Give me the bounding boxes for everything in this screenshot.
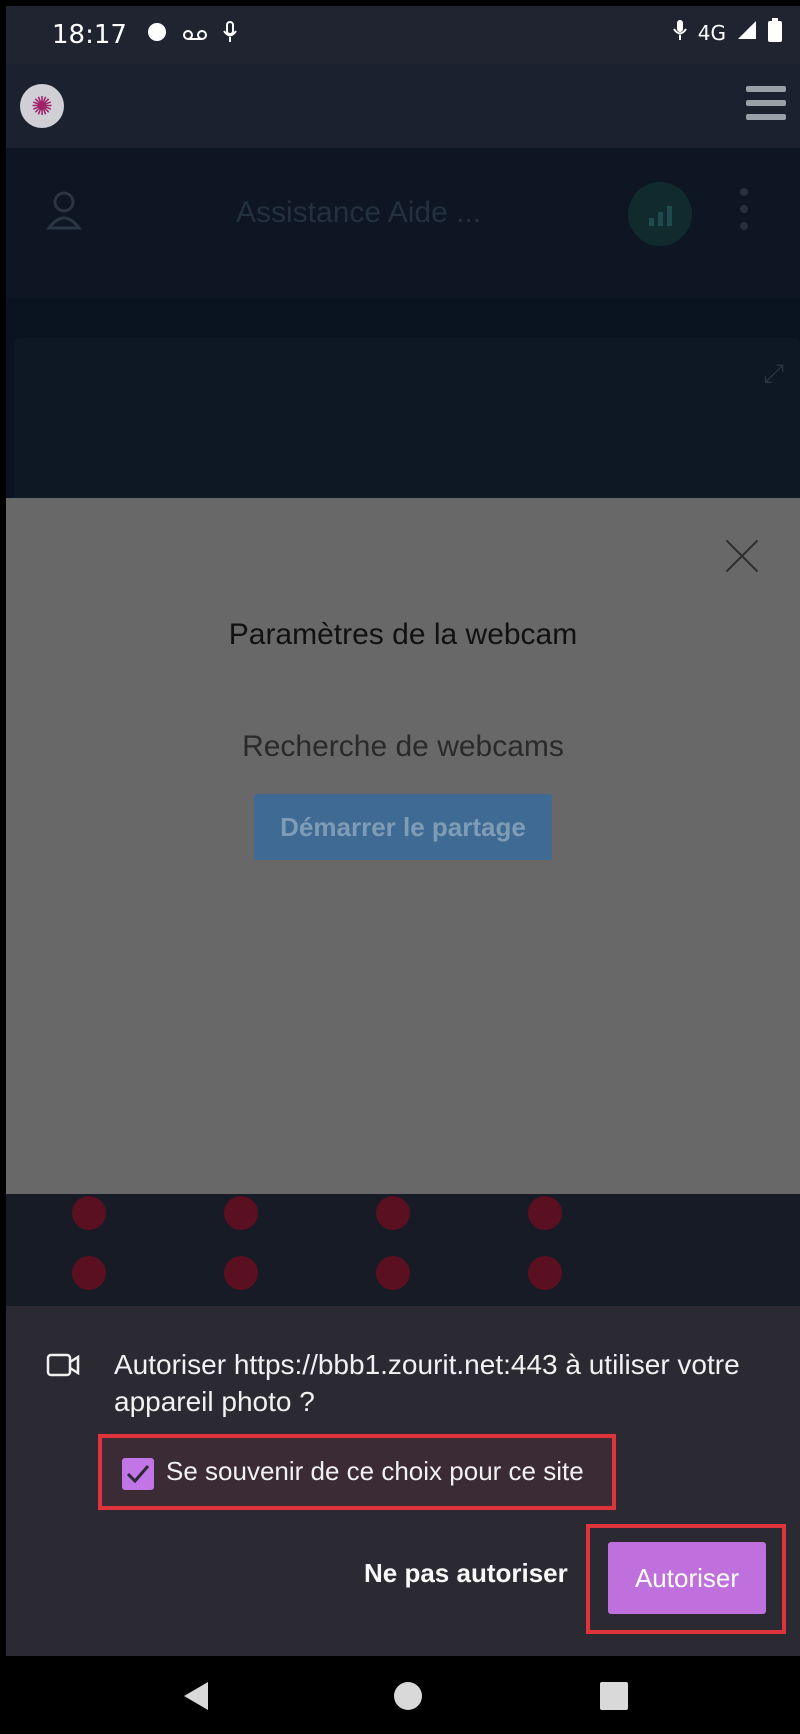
camera-icon	[46, 1352, 80, 1378]
status-notification-icons	[146, 20, 238, 50]
modal-title: Paramètres de la webcam	[228, 618, 578, 651]
back-icon[interactable]	[184, 1682, 208, 1710]
permission-message: Autoriser https://bbb1.zourit.net:443 à …	[114, 1349, 740, 1417]
status-system-icons: 4G	[672, 18, 782, 47]
start-sharing-button[interactable]: Démarrer le partage	[254, 794, 552, 860]
remember-choice-option[interactable]: Se souvenir de ce choix pour ce site	[98, 1434, 616, 1510]
more-options-icon[interactable]	[740, 188, 750, 239]
webcam-search-status: Recherche de webcams	[242, 730, 564, 763]
voicemail-icon	[182, 22, 208, 48]
microphone-icon	[222, 20, 238, 50]
feature-item	[528, 1250, 698, 1300]
system-navigation-bar	[6, 1656, 800, 1734]
allow-button-highlight: Autoriser	[586, 1524, 786, 1634]
feature-item	[224, 1190, 394, 1240]
chat-bubble-icon	[146, 21, 168, 49]
app-header: ✺	[6, 64, 800, 148]
close-icon[interactable]	[724, 538, 760, 574]
connection-status-button[interactable]	[628, 182, 692, 246]
allow-button[interactable]: Autoriser	[608, 1542, 766, 1614]
status-time: 18:17	[52, 20, 127, 50]
hamburger-icon[interactable]	[746, 86, 786, 122]
home-icon[interactable]	[394, 1682, 422, 1710]
conference-title: Assistance Aide ...	[236, 196, 482, 229]
feature-item	[528, 1190, 698, 1240]
feature-item	[72, 1190, 242, 1240]
feature-item	[224, 1250, 394, 1300]
app-frame: 18:17 4G ✺ Assistance Aide ... ⤢ Paramèt…	[6, 6, 800, 1734]
microphone-active-icon	[672, 18, 688, 47]
feature-item	[376, 1250, 546, 1300]
deny-button[interactable]: Ne pas autoriser	[364, 1558, 568, 1589]
user-icon[interactable]	[45, 190, 83, 230]
signal-strength-icon	[736, 19, 758, 46]
status-bar: 18:17 4G	[6, 6, 800, 64]
battery-icon	[768, 18, 782, 47]
remember-checkbox[interactable]	[122, 1458, 154, 1490]
recent-apps-icon[interactable]	[600, 1682, 628, 1710]
conference-header: Assistance Aide ...	[6, 148, 800, 298]
video-area: ⤢	[6, 298, 800, 508]
network-type: 4G	[697, 20, 726, 45]
video-panel	[14, 338, 800, 508]
camera-permission-sheet: Autoriser https://bbb1.zourit.net:443 à …	[6, 1306, 800, 1656]
remember-label: Se souvenir de ce choix pour ce site	[166, 1456, 584, 1486]
octopus-logo-icon[interactable]: ✺	[20, 84, 64, 128]
feature-item	[72, 1250, 242, 1300]
webcam-settings-modal: Paramètres de la webcam Recherche de web…	[6, 498, 800, 1194]
fullscreen-icon[interactable]: ⤢	[763, 358, 784, 390]
background-features	[6, 1194, 800, 1306]
feature-item	[376, 1190, 546, 1240]
